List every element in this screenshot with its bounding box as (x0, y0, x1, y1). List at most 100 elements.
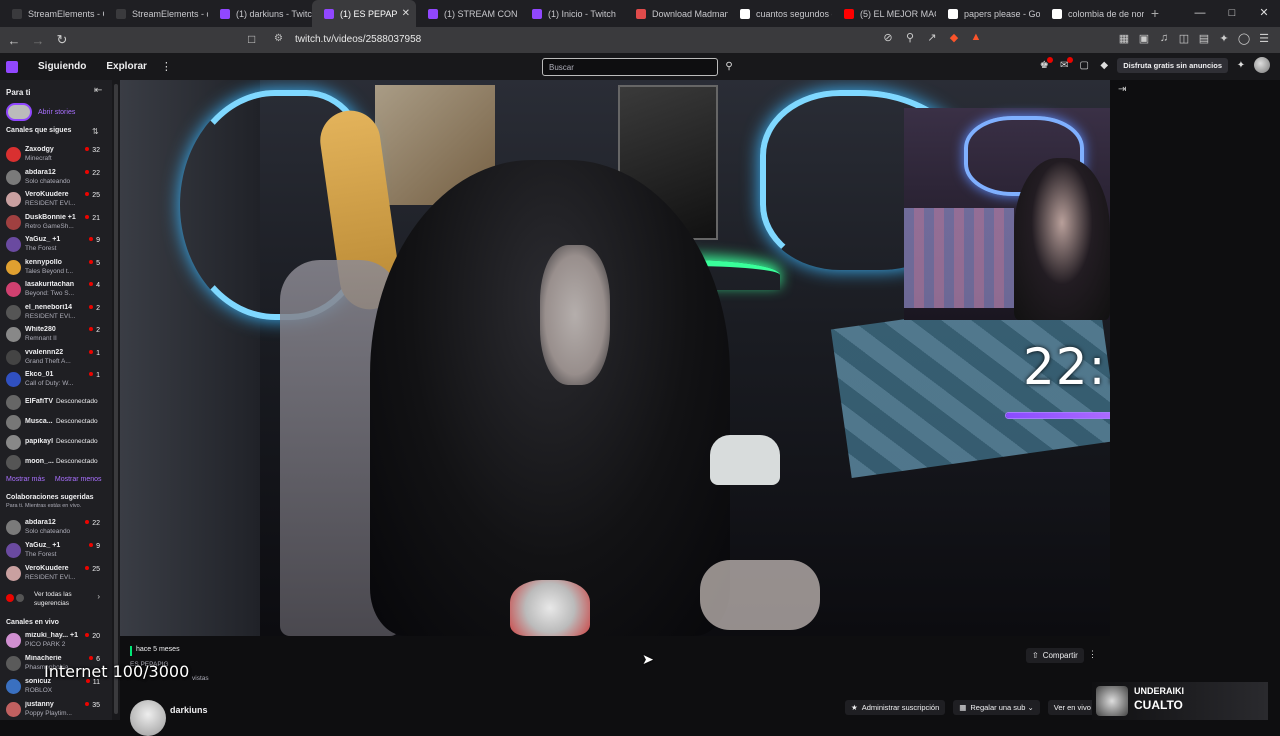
sidebar-channel[interactable]: mizuki_hay... +1 PICO PARK 2 20 (6, 631, 110, 651)
collapse-sidebar-icon[interactable]: ⇤ (94, 85, 102, 96)
browser-tab[interactable]: StreamElements - d (104, 0, 208, 27)
forward-icon[interactable]: → (28, 33, 48, 48)
expand-chat-icon[interactable]: ⇥ (1118, 84, 1126, 95)
sidebar-channel[interactable]: YaGuz_ +1 The Forest 9 (6, 235, 110, 255)
whispers-icon[interactable]: ▢ (1077, 60, 1091, 71)
bits-icon[interactable]: ◆ (1097, 60, 1111, 71)
maximize-icon[interactable]: □ (1216, 0, 1248, 27)
brave-shield-icon[interactable]: ◆ (946, 31, 962, 44)
share-icon: ⇧ (1032, 651, 1039, 660)
channel-game: Poppy Playtim... (25, 710, 72, 717)
show-less-link[interactable]: Mostrar menos (55, 476, 102, 483)
browser-tab[interactable]: (1) darkiuns - Twitch (208, 0, 312, 27)
manage-sub-button[interactable]: ★ Administrar suscripción (845, 700, 946, 715)
url-field[interactable]: twitch.tv/videos/2588037958 (295, 34, 421, 45)
browser-tab[interactable]: Download Madman (624, 0, 728, 27)
channel-avatar (6, 543, 21, 558)
sidebar-channel[interactable]: VeroKuudere RESIDENT EVI... 25 (6, 564, 110, 584)
sidebar-channel[interactable]: papikayl Desconectado (6, 433, 110, 453)
nav-following[interactable]: Siguiendo (38, 61, 86, 72)
channel-game: Tales Beyond t... (25, 267, 74, 275)
reload-icon[interactable]: ↻ (52, 32, 72, 48)
inbox-icon[interactable]: ✉ (1057, 56, 1074, 71)
tab-title: StreamElements - C (28, 8, 104, 19)
channel-avatar (6, 656, 21, 671)
sidebar-channel[interactable]: abdara12 Solo chateando 22 (6, 518, 110, 538)
sidebar-channel[interactable]: Musca... Desconectado (6, 413, 110, 433)
sidebar-channel[interactable]: YaGuz_ +1 The Forest 9 (6, 541, 110, 561)
browser-tab[interactable]: (1) STREAM CON D (416, 0, 520, 27)
menu-icon[interactable]: ☰ (1256, 32, 1272, 45)
channel-game: Remnant II (25, 335, 57, 342)
twitch-logo-icon[interactable] (6, 60, 18, 73)
bookmark-icon[interactable]: □ (248, 32, 255, 46)
prime-icon[interactable]: ✦ (1234, 60, 1248, 71)
brave-rewards-icon[interactable]: ▲ (968, 31, 984, 44)
sidebar-scrollbar[interactable] (112, 80, 120, 720)
sidebar-channel[interactable]: el_nenebori14 RESIDENT EVI... 2 (6, 303, 110, 323)
sort-icon[interactable]: ⇅ (92, 127, 99, 136)
sidebar-channel[interactable]: Ekco_01 Call of Duty: W... 1 (6, 370, 110, 390)
minimize-icon[interactable]: — (1184, 0, 1216, 27)
channel-actions: ★ Administrar suscripción ▦ Regalar una su… (845, 700, 1097, 715)
close-tab-icon[interactable]: ✕ (402, 8, 410, 19)
search-input[interactable]: Buscar (542, 58, 718, 76)
channel-avatar[interactable] (130, 700, 166, 736)
sidebar-toggle-icon[interactable]: ◫ (1176, 32, 1192, 45)
gift-sub-button[interactable]: ▦ Regalar una sub ⌄ (953, 700, 1040, 715)
manage-sub-label: Administrar suscripción (861, 703, 940, 712)
back-icon[interactable]: ← (4, 33, 24, 48)
stories-button[interactable]: Abrir stories (6, 103, 75, 121)
zoom-icon[interactable]: ⚲ (902, 31, 918, 44)
browser-tab[interactable]: (5) EL MEJOR MAG (832, 0, 936, 27)
channel-name[interactable]: darkiuns (170, 705, 208, 715)
browser-tab[interactable]: colombia de de nor (1040, 0, 1144, 27)
video-player[interactable]: 22:55:53 (120, 80, 1110, 636)
sidebar-channel[interactable]: vvalennn22 Grand Theft A... 1 (6, 348, 110, 368)
viewer-count: 25 (85, 192, 100, 199)
channel-status: Desconectado (56, 438, 98, 445)
music-icon[interactable]: ♫ (1156, 32, 1172, 45)
sidebar-channel[interactable]: Zaxodgy Minecraft 32 (6, 145, 110, 165)
sidebar-channel[interactable]: abdara12 Solo chateando 22 (6, 168, 110, 188)
new-tab-button[interactable]: + (1145, 5, 1165, 21)
crown-icon[interactable]: ♚ (1037, 56, 1054, 71)
user-avatar[interactable] (1254, 57, 1270, 73)
extensions-icon[interactable]: ▦ (1116, 32, 1132, 45)
ad-free-button[interactable]: Disfruta gratis sin anuncios (1117, 57, 1228, 73)
no-translate-icon[interactable]: ⊘ (880, 31, 896, 44)
browser-tab[interactable]: StreamElements - C (0, 0, 104, 27)
share-button[interactable]: ⇧ Compartir (1026, 648, 1084, 663)
sidebar-channel[interactable]: justanny Poppy Playtim... 35 (6, 700, 110, 720)
viewer-count: 9 (89, 237, 100, 244)
sidebar-channel[interactable]: VeroKuudere RESIDENT EVI... 25 (6, 190, 110, 210)
browser-tab[interactable]: (1) ES PEPAP ✕ (312, 0, 416, 27)
site-info-icon[interactable]: ⚙ (274, 33, 283, 44)
browser-tab[interactable]: cuantos segundos e (728, 0, 832, 27)
watch-live-button[interactable]: Ver en vivo (1047, 700, 1097, 715)
sidebar-channel[interactable]: ElFafiTV Desconectado (6, 393, 110, 413)
search-icon[interactable]: ⚲ (720, 58, 738, 76)
scrollbar-thumb[interactable] (114, 84, 118, 714)
share-page-icon[interactable]: ↗ (924, 31, 940, 44)
leo-icon[interactable]: ✦ (1216, 32, 1232, 45)
sidebar-channel[interactable]: lasakuritachan Beyond: Two S... 4 (6, 280, 110, 300)
sidebar-channel[interactable]: kennypollo Tales Beyond t... 5 (6, 258, 110, 278)
sidebar-channel[interactable]: DuskBonnie +1 Retro GameSh... 21 (6, 213, 110, 233)
close-window-icon[interactable]: ✕ (1248, 0, 1280, 27)
screenshot-icon[interactable]: ▣ (1136, 32, 1152, 45)
vpn-icon[interactable]: ◯ (1236, 32, 1252, 45)
browser-tab[interactable]: (1) Inicio - Twitch (520, 0, 624, 27)
tab-favicon-icon (324, 8, 334, 19)
sidebar-channel[interactable]: White280 Remnant II 2 (6, 325, 110, 345)
sidebar-channel[interactable]: moon_... Desconectado (6, 453, 110, 473)
channel-name: justanny (25, 701, 54, 708)
browser-tab[interactable]: papers please - Goo (936, 0, 1040, 27)
show-more-link[interactable]: Mostrar más (6, 476, 45, 483)
nav-explore[interactable]: Explorar (106, 61, 147, 72)
more-options-icon[interactable]: ⋮ (1088, 649, 1097, 660)
wallet-icon[interactable]: ▤ (1196, 32, 1212, 45)
see-all-suggestions[interactable]: Ver todas las sugerencias › (6, 590, 110, 610)
more-options-icon[interactable]: ⋮ (161, 60, 172, 73)
channel-status: Desconectado (56, 398, 98, 405)
